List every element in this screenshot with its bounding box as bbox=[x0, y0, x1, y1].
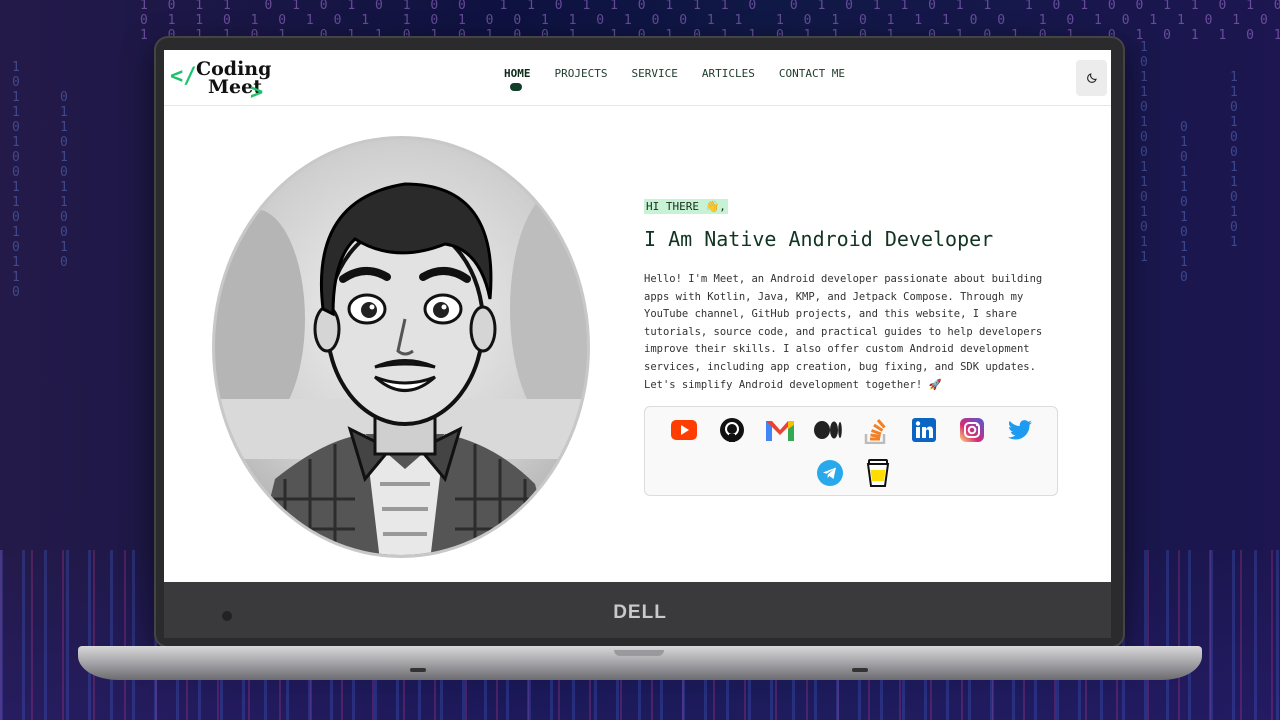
browser-screen: </ Coding Meet > HOME PROJECTS SERVICE A… bbox=[164, 50, 1111, 582]
dell-logo: DELL bbox=[613, 602, 667, 623]
hero-description: Hello! I'm Meet, an Android developer pa… bbox=[644, 273, 1043, 391]
dark-mode-toggle-button[interactable] bbox=[1076, 60, 1107, 96]
nav-articles[interactable]: ARTICLES bbox=[702, 67, 755, 80]
nav-home[interactable]: HOME bbox=[504, 67, 531, 91]
twitter-icon[interactable] bbox=[1005, 416, 1035, 444]
medium-icon[interactable] bbox=[813, 416, 843, 444]
laptop-notch bbox=[614, 650, 664, 656]
coding-meet-logo[interactable]: </ Coding Meet > bbox=[170, 56, 271, 105]
active-indicator bbox=[510, 83, 522, 91]
social-links-panel bbox=[644, 406, 1058, 496]
telegram-icon[interactable] bbox=[815, 459, 845, 487]
stackoverflow-icon[interactable] bbox=[861, 416, 891, 444]
moon-icon bbox=[1086, 73, 1097, 83]
instagram-icon[interactable] bbox=[957, 416, 987, 444]
nav-home-label: HOME bbox=[504, 67, 531, 80]
hero-title: I Am Native Android Developer bbox=[644, 227, 994, 251]
logo-close-bracket: > bbox=[250, 80, 264, 105]
github-icon[interactable] bbox=[717, 416, 747, 444]
profile-avatar bbox=[212, 136, 590, 558]
linkedin-icon[interactable] bbox=[909, 416, 939, 444]
nav-projects[interactable]: PROJECTS bbox=[555, 67, 608, 80]
gmail-icon[interactable] bbox=[765, 416, 795, 444]
webcam-indicator bbox=[222, 611, 232, 621]
buymeacoffee-icon[interactable] bbox=[863, 459, 893, 487]
navbar: </ Coding Meet > HOME PROJECTS SERVICE A… bbox=[164, 50, 1111, 106]
youtube-icon[interactable] bbox=[669, 416, 699, 444]
nav-contact-me[interactable]: CONTACT ME bbox=[779, 67, 845, 80]
laptop-foot-right bbox=[852, 668, 868, 672]
laptop-foot-left bbox=[410, 668, 426, 672]
logo-code-bracket: </ bbox=[170, 64, 197, 89]
greeting-badge: HI THERE 👋, bbox=[644, 199, 728, 214]
nav-service[interactable]: SERVICE bbox=[631, 67, 677, 80]
nav-links: HOME PROJECTS SERVICE ARTICLES CONTACT M… bbox=[504, 67, 869, 91]
